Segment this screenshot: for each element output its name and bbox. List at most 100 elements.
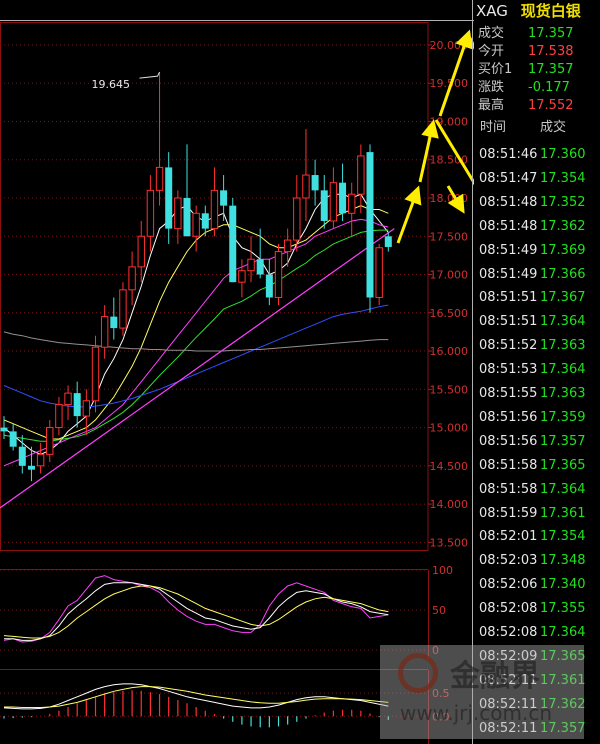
- tick-price: 17.360: [540, 147, 586, 162]
- tick-time: 08:51:58: [479, 457, 538, 473]
- candle-body-down: [0, 427, 8, 432]
- tick-row: 08:51:52 17.363: [474, 334, 600, 357]
- kdj-series-line: [3, 575, 389, 643]
- tick-row: 08:51:53 17.364: [474, 358, 600, 381]
- tick-table-header: 时间 成交: [474, 116, 600, 140]
- candle-body-up: [329, 182, 338, 222]
- quote-label: 今开: [478, 44, 505, 59]
- quote-label: 最高: [478, 98, 505, 113]
- tick-price: 17.364: [540, 362, 586, 378]
- quote-value: 17.538: [528, 44, 574, 59]
- candle-body-down: [220, 190, 228, 206]
- quote-label: 买价1: [478, 62, 513, 77]
- ma120-line: [3, 331, 389, 352]
- yellow-arrows: [396, 29, 474, 244]
- candle-body-down: [384, 236, 392, 247]
- candle-body-up: [293, 197, 301, 241]
- tick-time: 08:51:56: [479, 409, 538, 425]
- price-axis: 20.00019.50019.00018.50018.00017.50017.0…: [428, 39, 468, 549]
- watermark: 金融界 www.jrj.com.cn: [380, 645, 584, 739]
- kline-chart[interactable]: 20.00019.50019.00018.50018.00017.50017.0…: [0, 0, 474, 744]
- price-tick-label: 18.000: [430, 192, 469, 205]
- quote-row: 买价1 17.357: [478, 60, 598, 79]
- tick-time: 08:51:55: [479, 386, 538, 401]
- candle-body-up: [357, 155, 365, 195]
- tick-time: 08:51:46: [479, 147, 538, 162]
- tick-row: 08:52:03 17.348: [474, 549, 600, 572]
- price-tick-label: 14.000: [430, 498, 469, 511]
- tick-price: 17.367: [540, 290, 586, 306]
- candle-body-up: [137, 235, 145, 268]
- tick-time: 08:52:08: [479, 601, 538, 617]
- tick-row: 08:51:58 17.365: [474, 454, 600, 477]
- tick-price: 17.363: [540, 386, 586, 401]
- candle-body-up: [91, 346, 100, 402]
- candle-body-down: [265, 274, 273, 298]
- moving-average-lines: [0, 193, 395, 509]
- candle-body-up: [36, 453, 45, 467]
- candle-body-down: [366, 152, 374, 298]
- tick-price: 17.363: [540, 338, 586, 354]
- tick-row: 08:52:08 17.355: [474, 597, 600, 620]
- yellow-arrow: [434, 119, 474, 186]
- tick-row: 08:51:48 17.362: [474, 215, 600, 238]
- tick-row: 08:52:08 17.364: [474, 621, 600, 644]
- tick-time: 08:51:49: [479, 266, 538, 282]
- tick-row: 08:51:55 17.363: [474, 382, 600, 405]
- tick-time: 08:51:48: [479, 194, 538, 210]
- candle-body-up: [146, 189, 155, 237]
- symbol-code: XAG: [476, 2, 508, 20]
- annotations: 19.645: [92, 71, 160, 91]
- tick-row: 08:51:49 17.369: [474, 239, 600, 262]
- brand-logo-icon: [398, 653, 438, 693]
- tick-price: 17.366: [540, 266, 586, 282]
- tick-row: 08:51:59 17.361: [474, 502, 600, 525]
- tick-price: 17.369: [540, 242, 586, 258]
- tick-time: 08:51:52: [479, 338, 538, 354]
- candle-body-down: [256, 259, 264, 275]
- tick-price: 17.355: [540, 601, 586, 617]
- tick-time: 08:52:01: [479, 529, 538, 545]
- tick-time: 08:51:56: [479, 433, 538, 449]
- quote-row: 最高 17.552: [478, 96, 598, 115]
- tick-row: 08:51:48 17.352: [474, 191, 600, 214]
- tick-price: 17.359: [540, 409, 586, 425]
- tick-price: 17.361: [540, 505, 586, 521]
- candle-body-down: [9, 431, 17, 447]
- candle-body-up: [64, 392, 72, 406]
- instrument-name: 现货白银: [520, 2, 581, 20]
- candle-body-down: [73, 393, 81, 417]
- candle-body-down: [18, 446, 26, 466]
- candle-body-up: [174, 197, 182, 230]
- tick-time: 08:51:48: [479, 218, 538, 234]
- tick-time: 08:51:51: [479, 290, 538, 306]
- tick-time: 08:51:53: [479, 362, 538, 378]
- tick-time: 08:51:58: [479, 481, 538, 497]
- tick-row: 08:52:01 17.354: [474, 525, 600, 548]
- candle-body-down: [110, 316, 118, 329]
- quote-value: 17.552: [528, 98, 574, 113]
- kdj-series-line: [3, 585, 389, 639]
- quote-header: XAG 现货白银: [476, 0, 600, 22]
- kdj-series-line: [4, 582, 389, 641]
- high-marker-line: [139, 71, 160, 79]
- kdj-tick-label: 100: [432, 564, 453, 577]
- quote-row: 涨跌 -0.177: [478, 78, 598, 97]
- candle-body-up: [375, 247, 383, 298]
- tick-row: 08:51:51 17.367: [474, 286, 600, 309]
- watermark-brand: 金融界: [450, 659, 540, 694]
- tick-row: 08:51:49 17.366: [474, 263, 600, 286]
- tick-price: 17.348: [540, 553, 586, 569]
- quote-label: 涨跌: [478, 80, 505, 95]
- kdj-tick-label: 50: [432, 604, 446, 617]
- tick-row: 08:52:06 17.340: [474, 573, 600, 596]
- ma60-line: [3, 304, 389, 408]
- price-tick-label: 14.500: [430, 460, 469, 473]
- candle-body-up: [155, 166, 164, 191]
- tick-row: 08:51:56 17.357: [474, 430, 600, 453]
- tick-price: 17.354: [540, 529, 586, 545]
- candle-body-down: [229, 205, 237, 283]
- tick-time: 08:51:51: [479, 314, 538, 330]
- yellow-arrow: [396, 185, 422, 244]
- candlesticks: [0, 72, 392, 482]
